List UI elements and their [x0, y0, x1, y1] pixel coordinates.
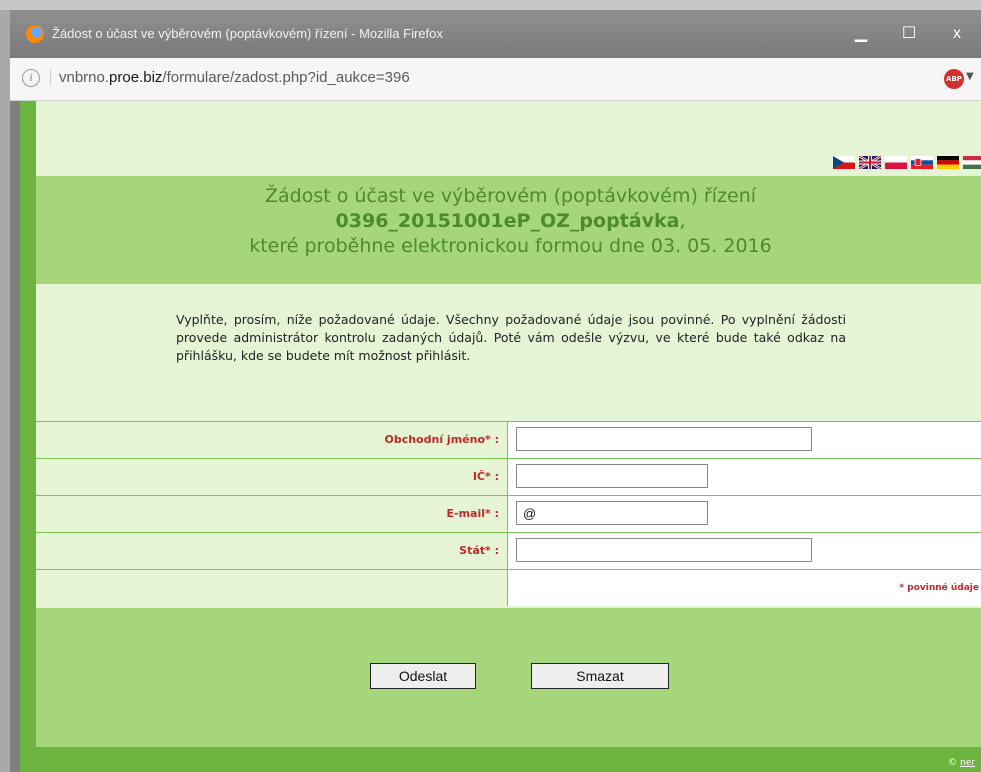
form-row-company: Obchodní jméno* :	[36, 421, 981, 458]
ic-label-cell: IČ* :	[36, 459, 508, 495]
email-label: E-mail* :	[446, 507, 500, 520]
cz-flag-icon[interactable]	[833, 156, 855, 169]
header-line-2: 0396_20151001eP_OZ_poptávka,	[36, 209, 981, 234]
language-flags	[833, 156, 981, 170]
url-path: /formulare/zadost.php?id_aukce=396	[162, 69, 410, 86]
form-row-ic: IČ* :	[36, 458, 981, 495]
request-form: Obchodní jméno* : IČ* : E-mail* : Stát* …	[36, 421, 981, 606]
pl-flag-icon[interactable]	[885, 156, 907, 169]
required-note: * povinné údaje	[899, 583, 979, 593]
reset-button[interactable]: Smazat	[531, 663, 669, 689]
window-title: Žádost o účast ve výběrovém (poptávkovém…	[52, 26, 443, 41]
adblock-icon[interactable]: ABP	[944, 69, 964, 89]
adblock-menu-caret-icon[interactable]: ▼	[966, 71, 974, 82]
browser-window: Žádost o účast ve výběrovém (poptávkovém…	[10, 10, 981, 772]
url-domain: proe.biz	[109, 69, 163, 86]
company-label: Obchodní jméno* :	[384, 433, 499, 446]
form-row-email: E-mail* :	[36, 495, 981, 532]
company-name-input[interactable]	[516, 427, 812, 451]
gb-flag-icon[interactable]	[859, 156, 881, 169]
sk-flag-icon[interactable]	[911, 156, 933, 169]
note-label-cell	[36, 570, 508, 606]
country-label: Stát* :	[459, 544, 499, 557]
country-input[interactable]	[516, 538, 812, 562]
url-text[interactable]: vnbrno.proe.biz/formulare/zadost.php?id_…	[50, 69, 410, 86]
email-label-cell: E-mail* :	[36, 496, 508, 532]
page-header: Žádost o účast ve výběrovém (poptávkovém…	[36, 176, 981, 284]
email-value-cell	[508, 496, 981, 532]
maximize-button[interactable]: ☐	[885, 10, 933, 58]
hu-flag-icon[interactable]	[963, 156, 981, 169]
request-form-page: Žádost o účast ve výběrovém (poptávkovém…	[36, 101, 981, 747]
address-bar[interactable]: i vnbrno.proe.biz/formulare/zadost.php?i…	[10, 58, 981, 101]
form-row-note: * povinné údaje	[36, 569, 981, 606]
note-value-cell: * povinné údaje	[508, 570, 981, 606]
footer-link[interactable]: ner	[960, 758, 975, 768]
intro-section: Vyplňte, prosím, níže požadované údaje. …	[36, 284, 981, 421]
page-viewport: Žádost o účast ve výběrovém (poptávkovém…	[20, 101, 981, 772]
header-line-3: které proběhne elektronickou formou dne …	[249, 235, 772, 257]
close-button[interactable]: x	[933, 10, 981, 58]
intro-text: Vyplňte, prosím, níže požadované údaje. …	[176, 312, 846, 363]
country-value-cell	[508, 533, 981, 569]
ic-label: IČ* :	[472, 470, 499, 483]
ic-input[interactable]	[516, 464, 708, 488]
submit-button[interactable]: Odeslat	[370, 663, 476, 689]
firefox-icon	[26, 25, 44, 43]
company-value-cell	[508, 422, 981, 458]
title-bar: Žádost o účast ve výběrovém (poptávkovém…	[10, 10, 981, 58]
url-prefix: vnbrno.	[59, 69, 110, 86]
de-flag-icon[interactable]	[937, 156, 959, 169]
email-input[interactable]	[516, 501, 708, 525]
info-icon[interactable]: i	[22, 69, 40, 87]
form-row-country: Stát* :	[36, 532, 981, 569]
ic-value-cell	[508, 459, 981, 495]
copyright-footer: © ner	[948, 758, 975, 768]
company-label-cell: Obchodní jméno* :	[36, 422, 508, 458]
country-label-cell: Stát* :	[36, 533, 508, 569]
minimize-button[interactable]: ▁	[837, 10, 885, 58]
form-actions: Odeslat Smazat	[36, 608, 981, 747]
top-strip	[0, 0, 981, 10]
header-line-1: Žádost o účast ve výběrovém (poptávkovém…	[264, 185, 757, 207]
auction-code: 0396_20151001eP_OZ_poptávka	[335, 210, 680, 232]
auction-code-suffix: ,	[679, 210, 686, 232]
copyright-symbol: ©	[948, 758, 958, 768]
